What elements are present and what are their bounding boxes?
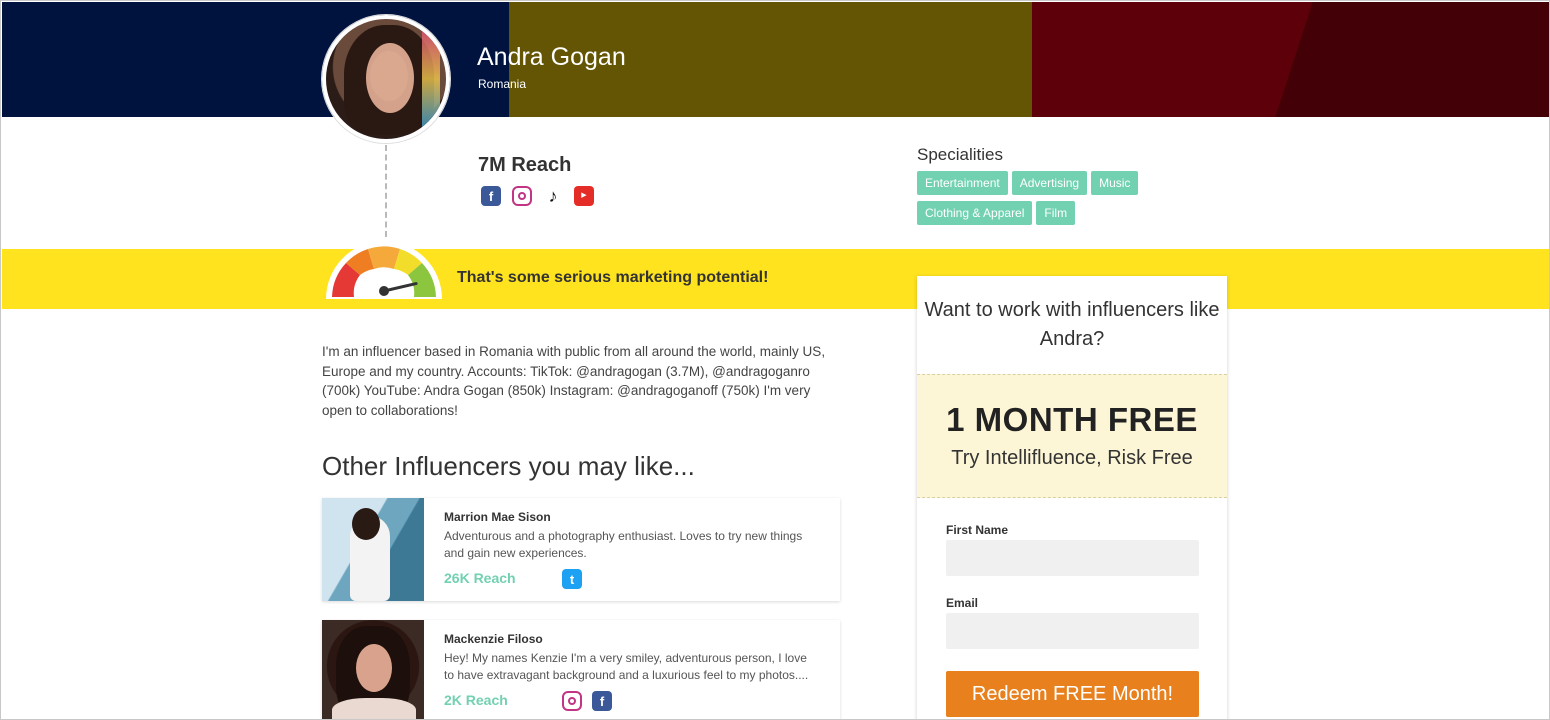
other-influencers-title: Other Influencers you may like... [322,451,695,481]
promo-box: 1 MONTH FREE Try Intellifluence, Risk Fr… [917,374,1227,498]
connector-line [385,145,387,237]
influencer-name[interactable]: Marrion Mae Sison [444,510,551,524]
twitter-icon[interactable]: t [562,569,582,589]
specialities-tags: Entertainment Advertising Music Clothing… [917,171,1177,225]
promo-headline: 1 MONTH FREE [946,401,1198,438]
profile-reach: 7M Reach [478,154,572,176]
influencer-photo[interactable] [322,498,424,601]
influencer-reach: 26K Reach [444,570,516,586]
speciality-tag[interactable]: Music [1091,171,1139,195]
tiktok-icon[interactable]: ♪ [543,186,563,206]
banner-red-stripe [1032,2,1549,117]
profile-avatar [322,15,450,143]
influencer-reach: 2K Reach [444,692,508,708]
speciality-tag[interactable]: Film [1036,201,1076,225]
speciality-tag[interactable]: Advertising [1011,171,1088,195]
promo-subline: Try Intellifluence, Risk Free [951,447,1193,469]
signup-panel: Want to work with influencers like Andra… [917,276,1227,719]
influencer-photo[interactable] [322,620,424,719]
facebook-icon[interactable]: f [481,186,501,206]
instagram-icon[interactable] [562,691,582,711]
signup-title: Want to work with influencers like Andra… [924,299,1220,350]
influencer-description: Adventurous and a photography enthusiast… [444,529,803,560]
influencer-name[interactable]: Mackenzie Filoso [444,632,543,646]
potential-strip [2,249,1549,309]
speciality-tag[interactable]: Clothing & Apparel [917,201,1033,225]
influencer-social-icons: t [562,569,582,589]
specialities-title: Specialities [917,145,1003,164]
speciality-tag[interactable]: Entertainment [917,171,1008,195]
first-name-field[interactable] [946,540,1199,576]
profile-country: Romania [478,77,527,91]
instagram-icon[interactable] [512,186,532,206]
influencer-description: Hey! My names Kenzie I'm a very smiley, … [444,651,809,682]
flag-banner [2,2,1549,117]
influencer-card[interactable]: Mackenzie Filoso Hey! My names Kenzie I'… [322,620,840,719]
influencer-card[interactable]: Marrion Mae Sison Adventurous and a phot… [322,498,840,601]
email-label: Email [946,596,979,610]
profile-social-icons: f ♪ ▶ [481,186,594,206]
email-field[interactable] [946,613,1199,649]
page-frame: Andra Gogan Romania 7M Reach f ♪ ▶ Speci… [0,0,1550,720]
profile-name: Andra Gogan [477,43,626,71]
youtube-icon[interactable]: ▶ [574,186,594,206]
potential-gauge-icon [326,241,442,299]
first-name-label: First Name [946,523,1009,537]
redeem-button[interactable]: Redeem FREE Month! [946,671,1199,717]
potential-text: That's some serious marketing potential! [457,269,769,286]
influencer-social-icons: f [562,691,612,711]
facebook-icon[interactable]: f [592,691,612,711]
profile-bio: I'm an influencer based in Romania with … [322,344,826,418]
